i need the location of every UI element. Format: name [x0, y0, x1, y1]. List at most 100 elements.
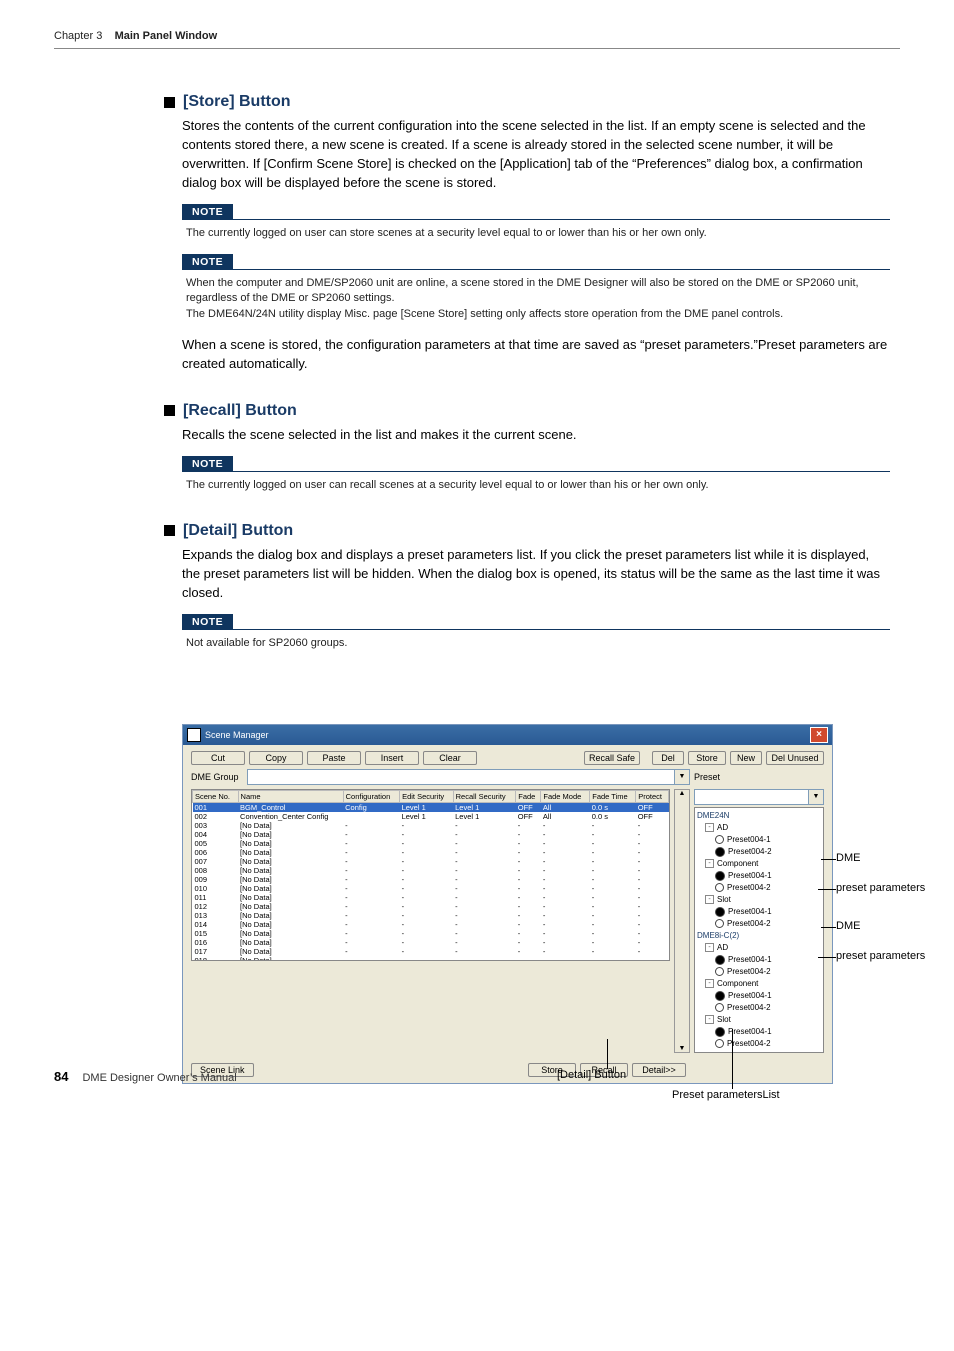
table-row[interactable]: 012[No Data]-------: [193, 902, 669, 911]
table-row[interactable]: 003[No Data]-------: [193, 821, 669, 830]
table-row[interactable]: 014[No Data]-------: [193, 920, 669, 929]
cell: -: [636, 893, 669, 902]
cell: -: [541, 830, 590, 839]
clear-button[interactable]: Clear: [423, 751, 477, 765]
radio-filled-icon[interactable]: [715, 907, 725, 917]
preset-tree[interactable]: DME24N -AD Preset004-1 Preset004-2 -Comp…: [694, 807, 824, 1053]
radio-empty-icon[interactable]: [715, 1039, 724, 1048]
recall-safe-button[interactable]: Recall Safe: [584, 751, 640, 765]
cell: -: [343, 938, 399, 947]
close-icon[interactable]: ×: [810, 727, 828, 743]
copy-button[interactable]: Copy: [249, 751, 303, 765]
scene-table[interactable]: Scene No. Name Configuration Edit Securi…: [191, 789, 670, 961]
table-row[interactable]: 011[No Data]-------: [193, 893, 669, 902]
note-label: NOTE: [182, 614, 233, 630]
col-fade-mode[interactable]: Fade Mode: [541, 790, 590, 802]
cell: [No Data]: [238, 830, 343, 839]
cell: -: [343, 866, 399, 875]
radio-filled-icon[interactable]: [715, 955, 725, 965]
col-scene-no[interactable]: Scene No.: [193, 790, 239, 802]
cell: -: [636, 866, 669, 875]
scroll-down-icon[interactable]: ▼: [679, 1045, 686, 1052]
col-name[interactable]: Name: [238, 790, 343, 802]
cell: -: [400, 875, 454, 884]
radio-filled-icon[interactable]: [715, 847, 725, 857]
recall-heading: [Recall] Button: [183, 402, 297, 420]
cell: -: [400, 839, 454, 848]
cell: -: [400, 947, 454, 956]
radio-filled-icon[interactable]: [715, 991, 725, 1001]
table-row[interactable]: 015[No Data]-------: [193, 929, 669, 938]
table-row[interactable]: 005[No Data]-------: [193, 839, 669, 848]
table-row[interactable]: 017[No Data]-------: [193, 947, 669, 956]
cell: -: [541, 911, 590, 920]
del-button-tb[interactable]: Del: [652, 751, 684, 765]
col-fade[interactable]: Fade: [516, 790, 541, 802]
minus-box-icon[interactable]: -: [705, 1015, 714, 1024]
radio-empty-icon[interactable]: [715, 919, 724, 928]
cell: -: [636, 902, 669, 911]
preset-dropdown[interactable]: ▼: [694, 789, 824, 805]
cell: -: [343, 821, 399, 830]
paste-button[interactable]: Paste: [307, 751, 361, 765]
dme-group-dropdown[interactable]: ▼: [247, 769, 690, 785]
cell: 007: [193, 857, 239, 866]
radio-empty-icon[interactable]: [715, 1003, 724, 1012]
cell: -: [400, 893, 454, 902]
table-row[interactable]: 016[No Data]-------: [193, 938, 669, 947]
cell: Config: [343, 802, 399, 812]
cell: -: [400, 866, 454, 875]
table-row[interactable]: 018[No Data]-------: [193, 956, 669, 961]
store-button-tb[interactable]: Store: [688, 751, 726, 765]
radio-filled-icon[interactable]: [715, 1027, 725, 1037]
table-row[interactable]: 002Convention_Center ConfigLevel 1Level …: [193, 812, 669, 821]
new-button-tb[interactable]: New: [730, 751, 762, 765]
insert-button[interactable]: Insert: [365, 751, 419, 765]
scene-manager-dialog: Scene Manager × Cut Copy Paste Insert Cl…: [182, 724, 833, 1084]
col-fade-time[interactable]: Fade Time: [590, 790, 636, 802]
cell: -: [516, 875, 541, 884]
table-row[interactable]: 001BGM_ControlConfigLevel 1Level 1OFFAll…: [193, 802, 669, 812]
minus-box-icon[interactable]: -: [705, 823, 714, 832]
table-row[interactable]: 010[No Data]-------: [193, 884, 669, 893]
cell: [No Data]: [238, 857, 343, 866]
cell: OFF: [636, 802, 669, 812]
radio-empty-icon[interactable]: [715, 967, 724, 976]
minus-box-icon[interactable]: -: [705, 979, 714, 988]
footer-text: DME Designer Owner’s Manual: [82, 1072, 236, 1084]
table-row[interactable]: 009[No Data]-------: [193, 875, 669, 884]
cell: -: [516, 920, 541, 929]
table-row[interactable]: 013[No Data]-------: [193, 911, 669, 920]
dialog-title: Scene Manager: [205, 730, 269, 740]
detail-button-bottom[interactable]: Detail>>: [632, 1063, 686, 1077]
minus-box-icon[interactable]: -: [705, 895, 714, 904]
note-body: The currently logged on user can recall …: [186, 478, 890, 493]
col-protect[interactable]: Protect: [636, 790, 669, 802]
cell: -: [516, 893, 541, 902]
table-scrollbar[interactable]: ▲ ▼: [674, 789, 690, 1053]
radio-filled-icon[interactable]: [715, 871, 725, 881]
radio-empty-icon[interactable]: [715, 883, 724, 892]
cell: -: [343, 839, 399, 848]
col-config[interactable]: Configuration: [343, 790, 399, 802]
cut-button[interactable]: Cut: [191, 751, 245, 765]
col-recall-sec[interactable]: Recall Security: [453, 790, 516, 802]
table-row[interactable]: 008[No Data]-------: [193, 866, 669, 875]
dialog-toolbar: Cut Copy Paste Insert Clear Recall Safe …: [183, 745, 832, 769]
cell: [No Data]: [238, 902, 343, 911]
cell: -: [343, 956, 399, 961]
del-unused-button-tb[interactable]: Del Unused: [766, 751, 824, 765]
cell: -: [453, 821, 516, 830]
cell: -: [541, 884, 590, 893]
table-row[interactable]: 004[No Data]-------: [193, 830, 669, 839]
radio-empty-icon[interactable]: [715, 835, 724, 844]
scroll-up-icon[interactable]: ▲: [679, 790, 686, 797]
bullet-icon: [164, 97, 175, 108]
minus-box-icon[interactable]: -: [705, 859, 714, 868]
table-row[interactable]: 007[No Data]-------: [193, 857, 669, 866]
minus-box-icon[interactable]: -: [705, 943, 714, 952]
table-row[interactable]: 006[No Data]-------: [193, 848, 669, 857]
cell: -: [516, 938, 541, 947]
col-edit-sec[interactable]: Edit Security: [400, 790, 454, 802]
cell: -: [590, 929, 636, 938]
